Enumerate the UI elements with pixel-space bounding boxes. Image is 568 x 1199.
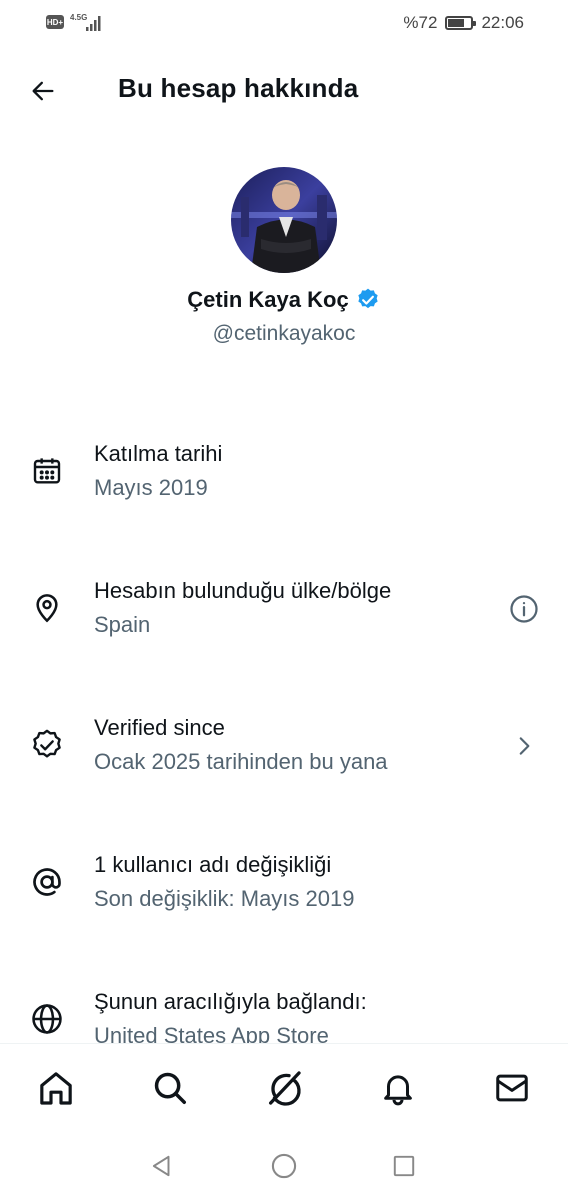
display-name: Çetin Kaya Koç [187,287,349,312]
info-subtitle: Spain [94,612,151,637]
search-icon[interactable] [148,1066,192,1110]
info-circle-icon [510,595,538,623]
battery-percent: %72 [403,13,438,32]
username-handle: @cetinkayakoc [212,322,356,345]
battery-icon [445,16,477,30]
location-pin-icon [29,590,65,626]
info-join-date: Katılma tarihi Mayıs 2019 [0,435,568,525]
info-title: Verified since [94,715,225,740]
verified-badge-icon [358,288,378,309]
info-username-changes: 1 kullanıcı adı değişikliği Son değişikl… [0,846,568,936]
info-subtitle: Son değişiklik: Mayıs 2019 [94,886,355,911]
home-icon[interactable] [34,1066,78,1110]
home-circle-icon[interactable] [268,1150,300,1182]
signal-strength-icon [86,16,101,31]
back-triangle-icon[interactable] [146,1150,178,1182]
at-sign-icon [29,864,65,900]
recents-square-icon[interactable] [388,1150,420,1182]
page-header: Bu hesap hakkında [0,60,568,120]
hd-badge: HD+ [46,15,64,29]
verified-outline-icon [29,727,65,763]
arrow-left-icon [32,81,54,101]
chevron-right-icon[interactable] [508,730,540,762]
back-button[interactable] [26,74,60,108]
info-country: Hesabın bulunduğu ülke/bölge Spain [0,572,568,662]
info-title: 1 kullanıcı adı değişikliği [94,852,332,877]
status-bar: HD+ 4.5G %72 22:06 [0,0,568,48]
avatar[interactable] [231,167,337,273]
info-subtitle: Mayıs 2019 [94,475,208,500]
mail-icon[interactable] [490,1066,534,1110]
system-navigation-bar [0,1133,568,1199]
globe-icon [29,1001,65,1037]
bell-icon[interactable] [376,1066,420,1110]
info-title: Şunun aracılığıyla bağlandı: [94,989,367,1014]
info-circle-button[interactable] [508,593,540,625]
info-subtitle: Ocak 2025 tarihinden bu yana [94,749,388,774]
profile-name-row: Çetin Kaya Koç [0,287,568,313]
calendar-icon [29,453,65,489]
info-verified-since[interactable]: Verified since Ocak 2025 tarihinden bu y… [0,709,568,799]
clock: 22:06 [481,13,524,32]
grok-icon[interactable] [262,1066,306,1110]
info-title: Hesabın bulunduğu ülke/bölge [94,578,392,603]
info-title: Katılma tarihi [94,441,223,466]
page-title: Bu hesap hakkında [118,73,359,103]
bottom-navigation [0,1043,568,1134]
